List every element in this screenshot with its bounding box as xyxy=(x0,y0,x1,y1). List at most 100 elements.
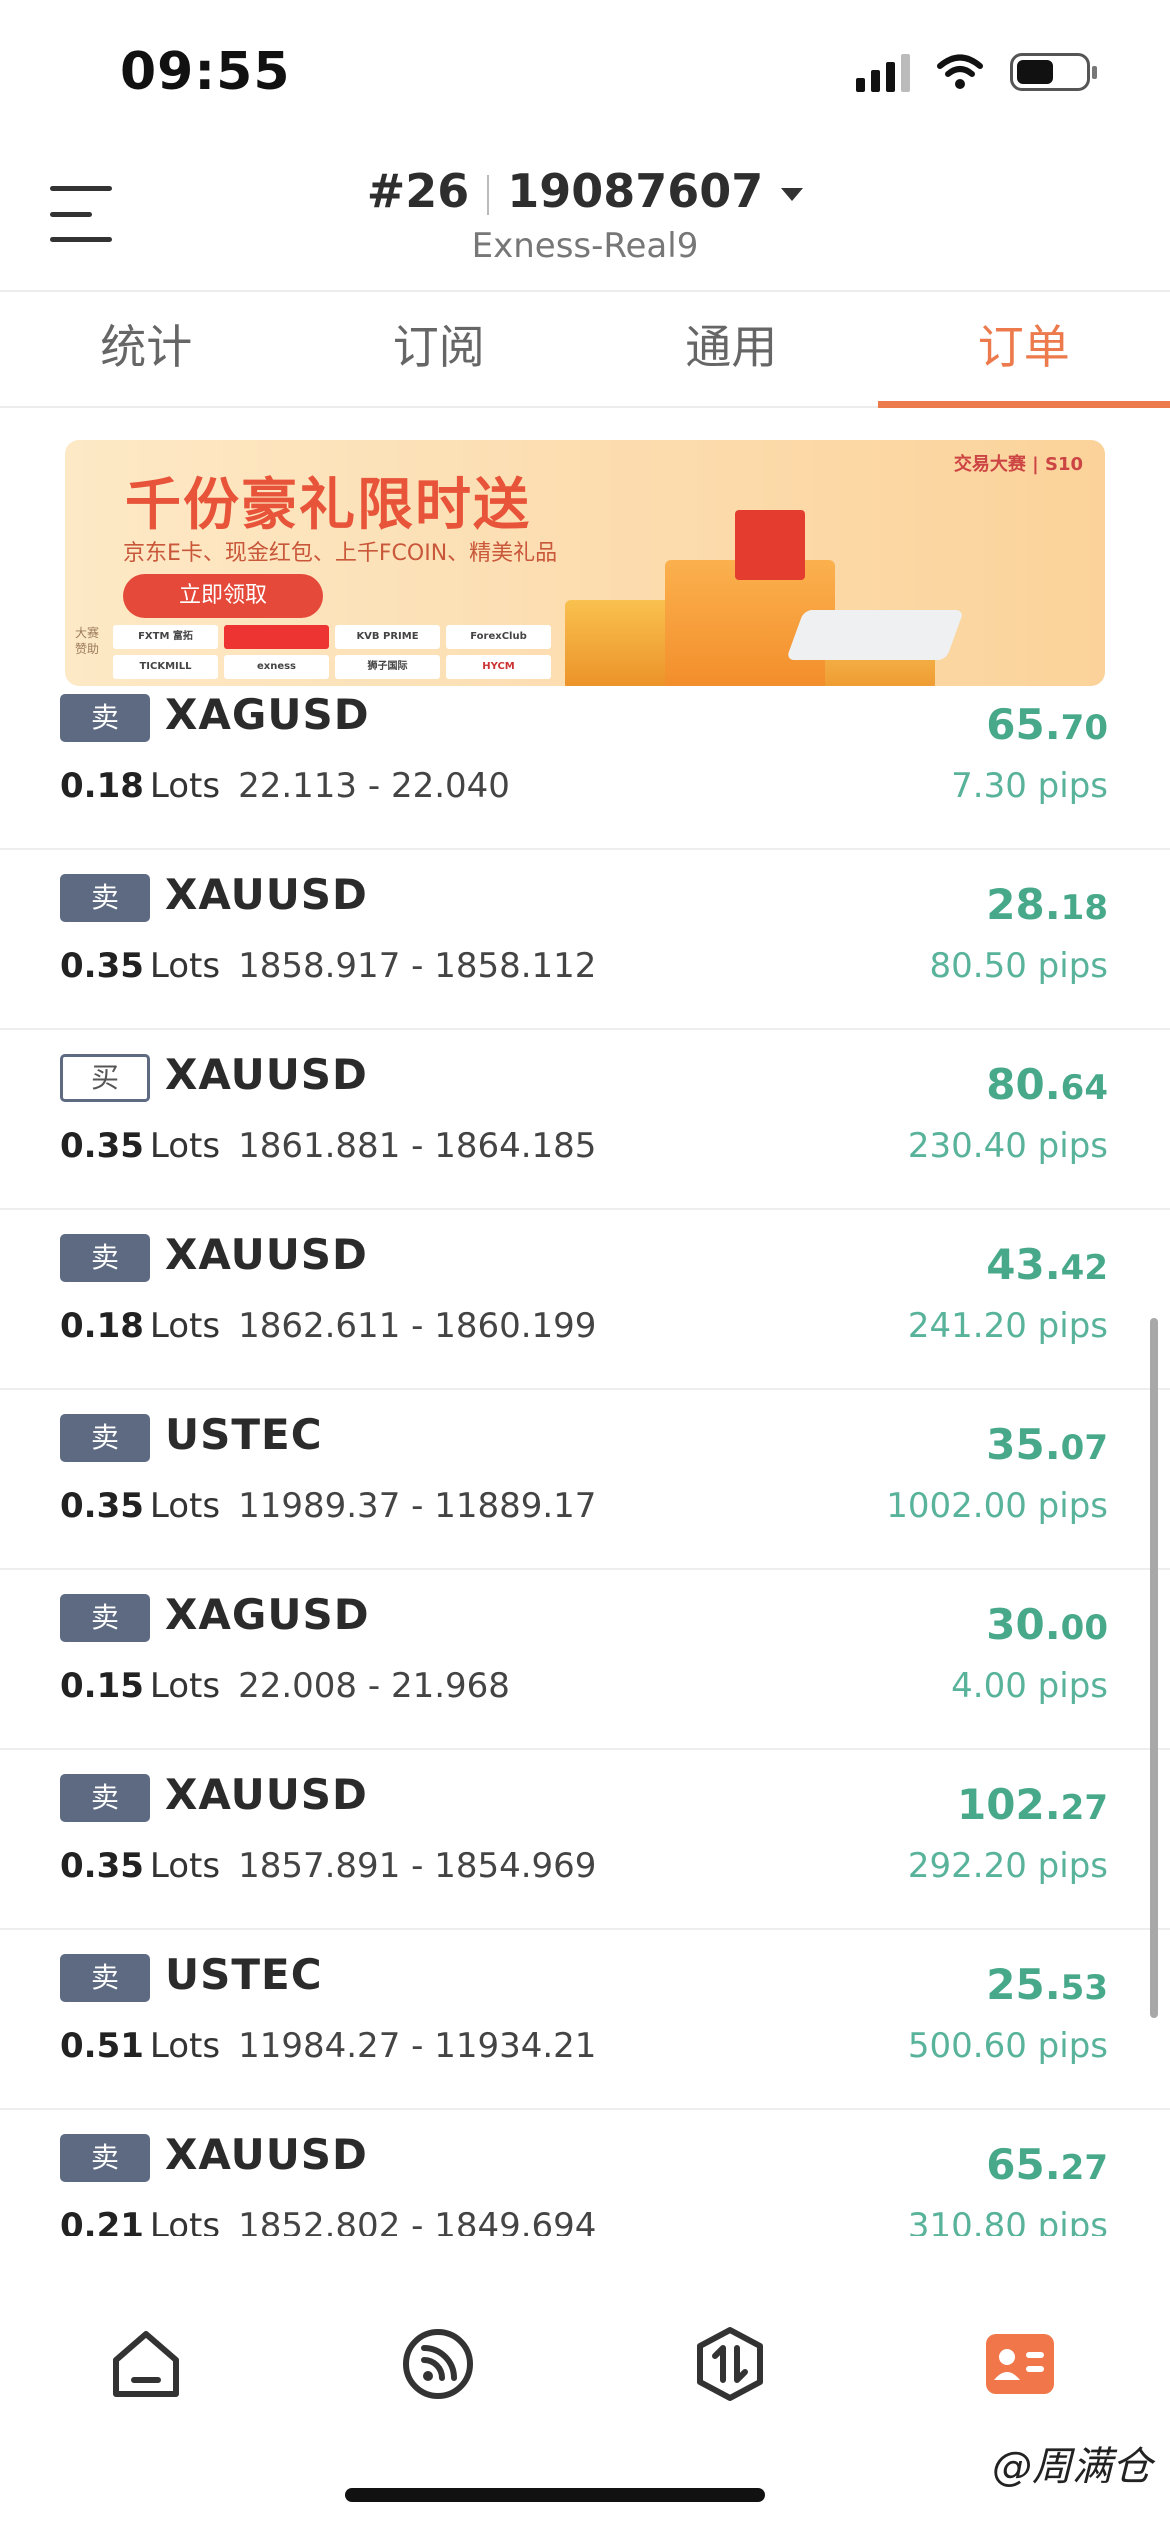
sponsor-logo: 狮子国际 xyxy=(335,655,440,679)
order-lots: 0.21 Lots 1852.802 - 1849.694 xyxy=(60,2206,596,2236)
price-range: 1857.891 - 1854.969 xyxy=(238,1846,597,1886)
order-row[interactable]: 卖 XAUUSD 102.27 0.35 Lots 1857.891 - 1854.… xyxy=(0,1750,1170,1930)
sponsor-logo: KVB PRIME xyxy=(335,625,440,649)
sponsor-logo: FXTM 富拓 xyxy=(113,625,218,649)
banner-claim-button[interactable]: 立即领取 xyxy=(123,574,323,618)
price-range: 22.113 - 22.040 xyxy=(238,766,510,806)
lots-value: 0.18 xyxy=(60,1306,144,1346)
order-row[interactable]: 卖 USTEC 25.53 0.51 Lots 11984.27 - 11934.2… xyxy=(0,1930,1170,2110)
lots-unit: Lots xyxy=(149,1486,221,1526)
order-row[interactable]: 卖 XAUUSD 43.42 0.18 Lots 1862.611 - 1860.1… xyxy=(0,1210,1170,1390)
order-profit: 30.00 xyxy=(986,1600,1108,1649)
order-row[interactable]: 买 XAUUSD 80.64 0.35 Lots 1861.881 - 1864.1… xyxy=(0,1030,1170,1210)
order-profit: 35.07 xyxy=(986,1420,1108,1469)
order-symbol: XAUUSD xyxy=(165,870,368,919)
scrollbar[interactable] xyxy=(1150,1318,1158,2018)
side-badge: 卖 xyxy=(60,1594,150,1642)
order-pips: 1002.00 pips xyxy=(886,1486,1108,1526)
sponsor-logos: 大赛赞助 FXTM 富拓 KVB PRIME ForexClub TICKMIL… xyxy=(75,625,551,679)
order-profit: 80.64 xyxy=(986,1060,1108,1109)
order-lots: 0.35 Lots 1857.891 - 1854.969 xyxy=(60,1846,596,1886)
order-row[interactable]: 卖 XAUUSD 65.27 0.21 Lots 1852.802 - 1849.6… xyxy=(0,2110,1170,2236)
side-badge: 卖 xyxy=(60,1414,150,1462)
home-indicator[interactable] xyxy=(345,2488,765,2502)
order-row[interactable]: 卖 XAUUSD 28.18 0.35 Lots 1858.917 - 1858.1… xyxy=(0,850,1170,1030)
wifi-icon xyxy=(937,54,983,89)
order-row[interactable]: 卖 XAGUSD 65.70 0.18 Lots 22.113 - 22.040 7… xyxy=(0,686,1170,850)
order-profit: 102.27 xyxy=(957,1780,1108,1829)
sponsor-logo xyxy=(224,625,329,649)
order-lots: 0.35 Lots 11989.37 - 11889.17 xyxy=(60,1486,596,1526)
battery-icon xyxy=(1010,53,1097,91)
order-symbol: XAGUSD xyxy=(165,690,370,739)
feed-icon[interactable] xyxy=(398,2324,478,2404)
lots-value: 0.18 xyxy=(60,766,144,806)
sponsor-logo: ForexClub xyxy=(446,625,551,649)
title-divider xyxy=(487,174,490,215)
side-badge: 卖 xyxy=(60,1234,150,1282)
order-list[interactable]: 卖 XAGUSD 65.70 0.18 Lots 22.113 - 22.040 7… xyxy=(0,686,1170,2236)
order-lots: 0.18 Lots 1862.611 - 1860.199 xyxy=(60,1306,596,1346)
order-pips: 500.60 pips xyxy=(907,2026,1108,2066)
trade-icon[interactable] xyxy=(690,2324,770,2404)
price-range: 11984.27 - 11934.21 xyxy=(238,2026,597,2066)
sponsor-logo: TICKMILL xyxy=(113,655,218,679)
account-number: #26 xyxy=(366,164,470,218)
tab-statistics[interactable]: 统计 xyxy=(0,292,293,406)
price-range: 1862.611 - 1860.199 xyxy=(238,1306,597,1346)
price-range: 1852.802 - 1849.694 xyxy=(238,2206,597,2236)
tab-subscriptions[interactable]: 订阅 xyxy=(293,292,586,406)
promo-banner[interactable]: 千份豪礼限时送 京东E卡、现金红包、上千FCOIN、精美礼品 立即领取 交易大赛… xyxy=(65,440,1105,686)
lots-unit: Lots xyxy=(149,1846,221,1886)
side-badge: 卖 xyxy=(60,1954,150,2002)
lots-unit: Lots xyxy=(149,1666,221,1706)
tab-general[interactable]: 通用 xyxy=(585,292,878,406)
sponsor-label: 大赛赞助 xyxy=(75,626,100,656)
lots-unit: Lots xyxy=(149,1306,221,1346)
lots-unit: Lots xyxy=(149,2206,221,2236)
order-profit: 25.53 xyxy=(986,1960,1108,2009)
order-lots: 0.18 Lots 22.113 - 22.040 xyxy=(60,766,510,806)
order-lots: 0.35 Lots 1858.917 - 1858.112 xyxy=(60,946,596,986)
order-lots: 0.35 Lots 1861.881 - 1864.185 xyxy=(60,1126,596,1166)
profile-icon[interactable] xyxy=(980,2324,1060,2404)
status-icons xyxy=(856,52,1097,92)
order-symbol: XAUUSD xyxy=(165,1770,368,1819)
account-selector[interactable]: #26 19087607 xyxy=(0,164,1170,218)
price-range: 22.008 - 21.968 xyxy=(238,1666,510,1706)
server-name: Exness-Real9 xyxy=(471,226,699,266)
sponsor-logo: exness xyxy=(224,655,329,679)
gift-boxes-illustration xyxy=(565,500,965,686)
order-profit: 65.70 xyxy=(986,700,1108,749)
order-row[interactable]: 卖 XAGUSD 30.00 0.15 Lots 22.008 - 21.968 4… xyxy=(0,1570,1170,1750)
side-badge: 卖 xyxy=(60,1774,150,1822)
side-badge: 买 xyxy=(60,1054,150,1102)
account-id: 19087607 xyxy=(507,164,764,218)
banner-brand: 交易大赛 | S10 xyxy=(953,454,1083,475)
lots-unit: Lots xyxy=(149,766,221,806)
order-symbol: XAUUSD xyxy=(165,2130,368,2179)
watermark: @周满仓 xyxy=(992,2444,1152,2490)
order-lots: 0.51 Lots 11984.27 - 11934.21 xyxy=(60,2026,596,2066)
order-pips: 4.00 pips xyxy=(951,1666,1108,1706)
price-range: 1858.917 - 1858.112 xyxy=(238,946,597,986)
tab-orders[interactable]: 订单 xyxy=(877,292,1170,408)
home-icon[interactable] xyxy=(106,2324,186,2404)
order-pips: 80.50 pips xyxy=(929,946,1108,986)
order-symbol: XAUUSD xyxy=(165,1230,368,1279)
status-bar: 09:55 xyxy=(0,0,1170,150)
order-symbol: XAGUSD xyxy=(165,1590,370,1639)
caret-down-icon xyxy=(781,188,804,201)
lots-value: 0.15 xyxy=(60,1666,144,1706)
price-range: 1861.881 - 1864.185 xyxy=(238,1126,597,1166)
order-row[interactable]: 卖 USTEC 35.07 0.35 Lots 11989.37 - 11889.1… xyxy=(0,1390,1170,1570)
lots-value: 0.35 xyxy=(60,946,144,986)
lots-value: 0.35 xyxy=(60,1486,144,1526)
tab-bar: 统计 订阅 通用 订单 xyxy=(0,290,1170,408)
order-pips: 292.20 pips xyxy=(907,1846,1108,1886)
order-profit: 28.18 xyxy=(986,880,1108,929)
lots-value: 0.35 xyxy=(60,1126,144,1166)
lots-value: 0.35 xyxy=(60,1846,144,1886)
order-pips: 230.40 pips xyxy=(907,1126,1108,1166)
order-lots: 0.15 Lots 22.008 - 21.968 xyxy=(60,1666,510,1706)
